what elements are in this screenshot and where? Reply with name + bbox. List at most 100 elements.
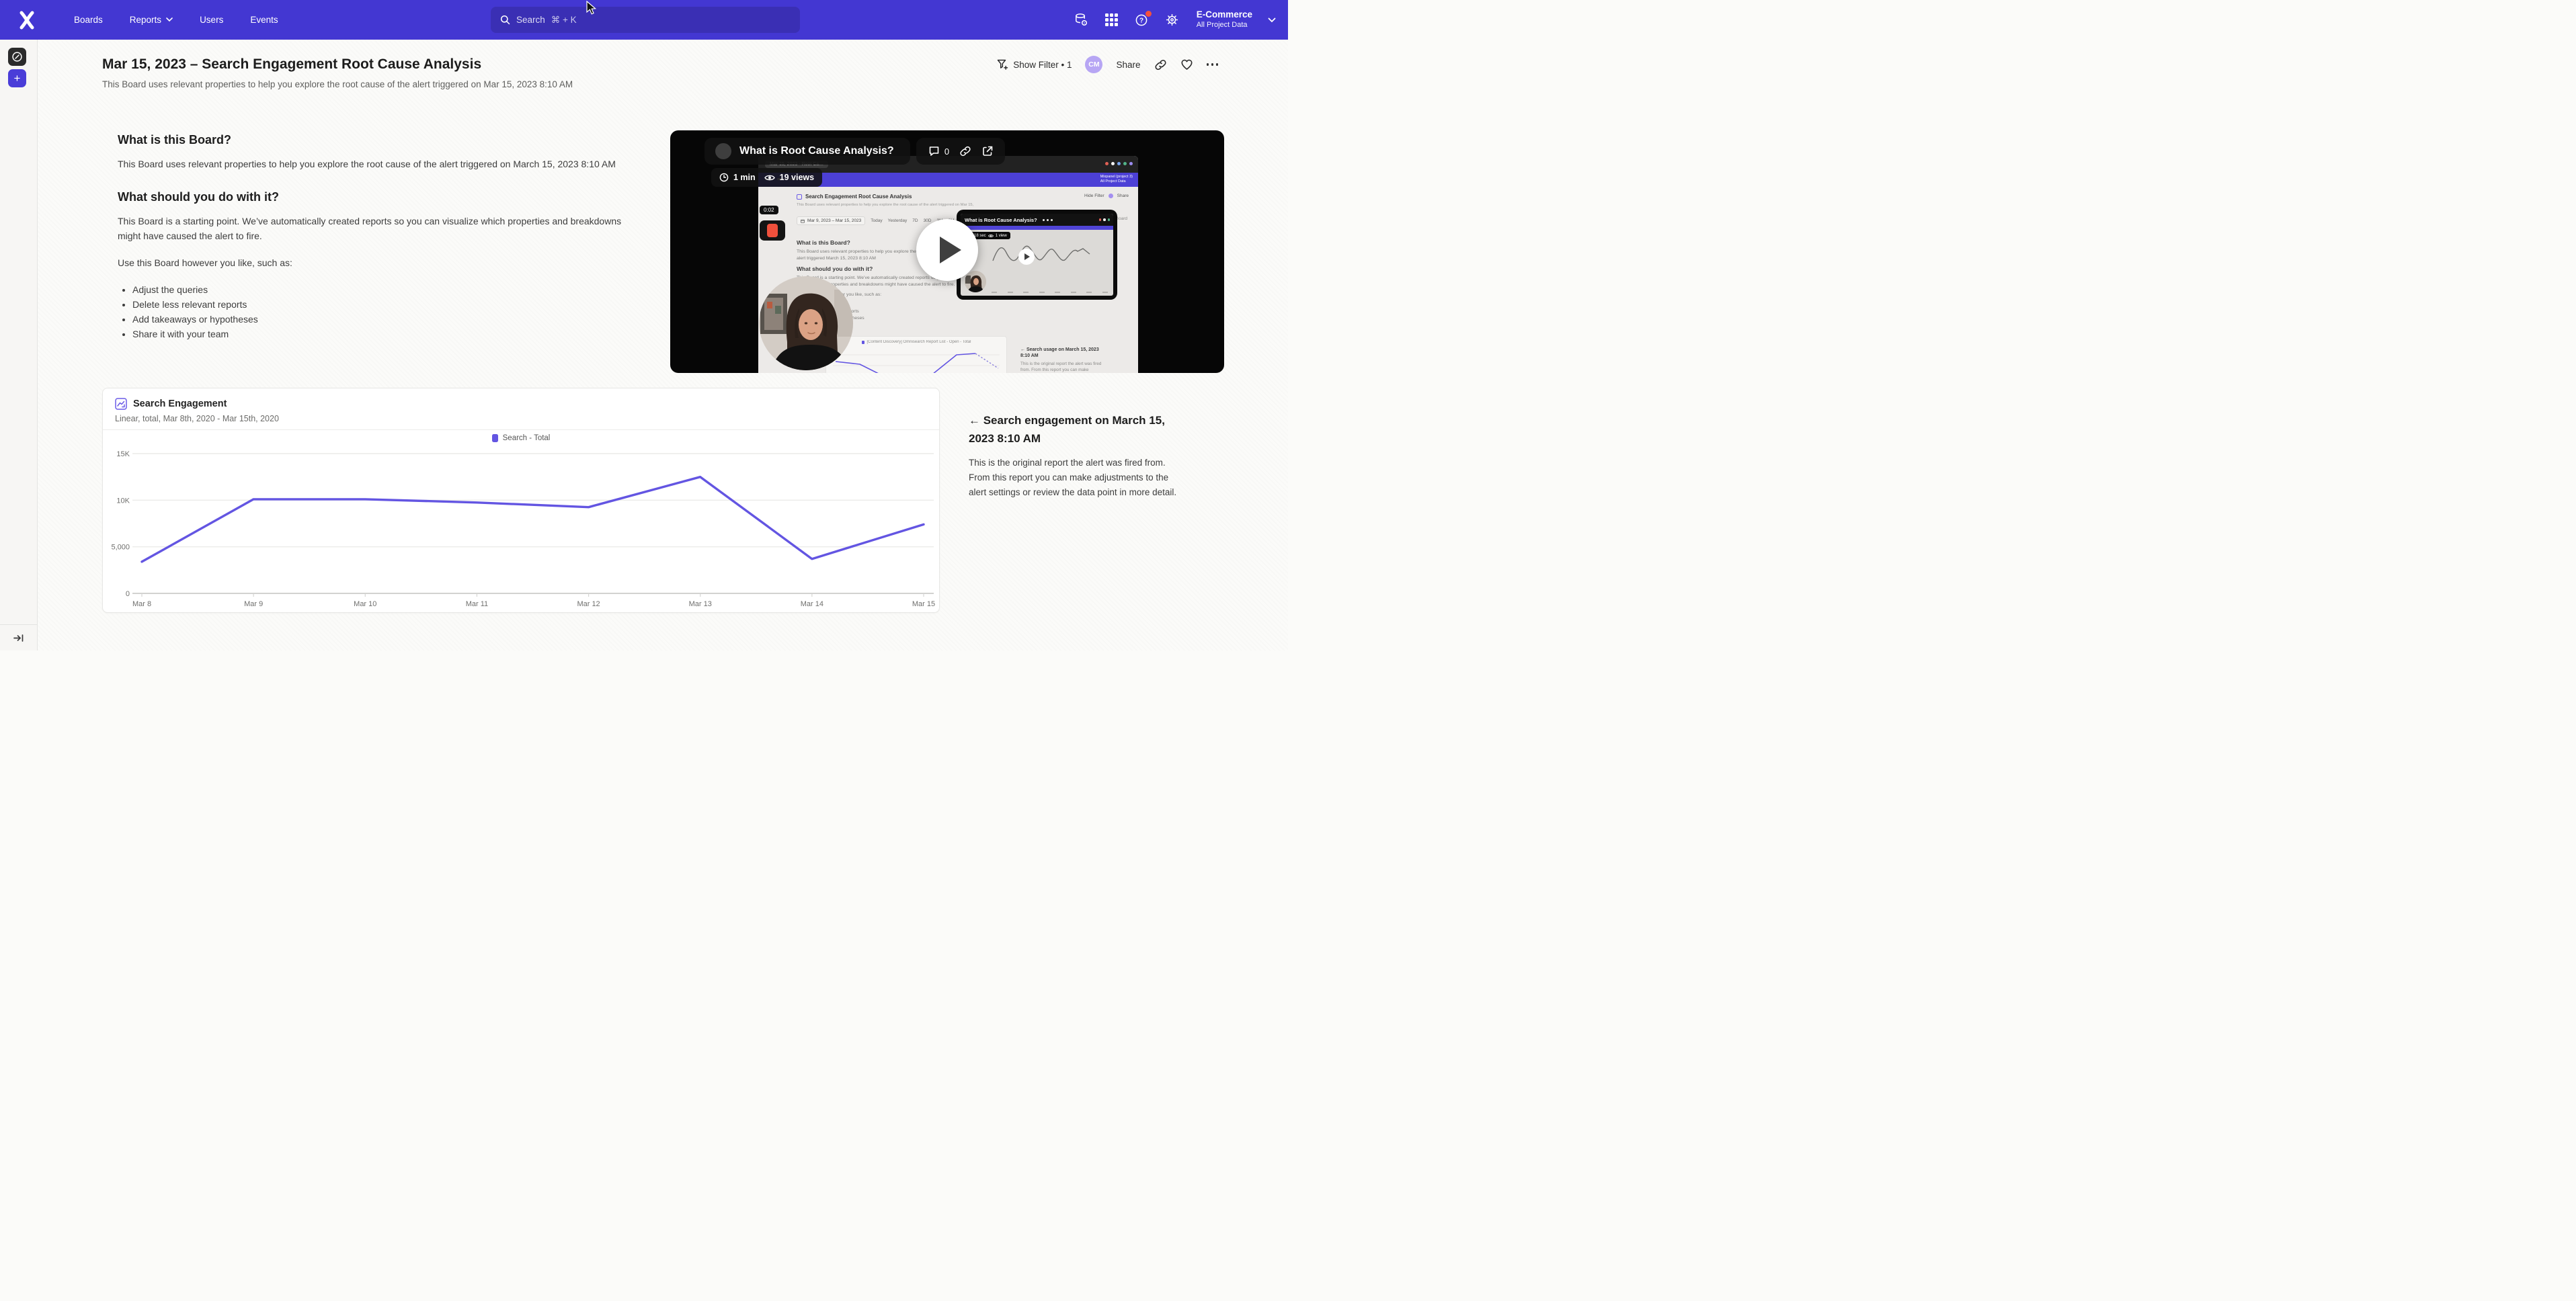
video-action-pill: 0 — [916, 138, 1005, 165]
clock-icon — [719, 173, 729, 182]
legend-label: Search - Total — [503, 434, 551, 442]
compass-icon — [11, 51, 23, 62]
project-switcher[interactable]: E-Commerce All Project Data — [1197, 9, 1252, 30]
notification-dot — [1145, 11, 1152, 17]
recording-project-label: Mixpanel (project 3) All Project Data — [1100, 175, 1133, 184]
intro-para-2: This Board is a starting point. We’ve au… — [118, 214, 632, 243]
recording-mini-chart: [Content Discovery] Omnisearch Report Li… — [826, 336, 1007, 373]
board-actions: Show Filter • 1 CM Share — [996, 54, 1218, 75]
eye-icon — [764, 174, 775, 181]
list-item: Add takeaways or hypotheses — [132, 312, 632, 327]
nav-item-boards[interactable]: Boards — [74, 15, 103, 25]
mixpanel-logo-icon[interactable] — [16, 10, 36, 30]
apps-grid-icon[interactable] — [1104, 13, 1119, 28]
intro-heading-2: What should you do with it? — [118, 190, 632, 204]
share-button[interactable]: Share — [1116, 60, 1140, 70]
nested-play-button — [1018, 249, 1035, 265]
nested-chart-line — [989, 234, 1110, 269]
more-options-button[interactable] — [1207, 63, 1219, 66]
copy-link-icon[interactable] — [1154, 58, 1167, 71]
search-icon — [500, 15, 510, 25]
svg-text:15K: 15K — [116, 450, 130, 458]
board-nav-compass-button[interactable] — [8, 48, 26, 66]
left-rail: + — [0, 40, 38, 650]
intro-heading-1: What is this Board? — [118, 133, 632, 147]
user-avatar[interactable]: CM — [1085, 56, 1102, 73]
record-icon — [767, 224, 778, 237]
open-external-icon[interactable] — [981, 145, 994, 157]
project-name: E-Commerce — [1197, 9, 1252, 21]
line-chart-icon — [115, 398, 127, 410]
nested-device-frame: What is Root Cause Analysis? 18 sec 1 vi… — [957, 210, 1117, 300]
recording-page-subtitle: This Board uses relevant properties to h… — [797, 203, 975, 207]
report-card[interactable]: Search Engagement Linear, total, Mar 8th… — [102, 388, 940, 613]
nav-item-users[interactable]: Users — [200, 15, 223, 25]
settings-gear-icon[interactable] — [1165, 13, 1180, 28]
svg-text:Mar 8: Mar 8 — [132, 600, 151, 608]
show-filter-button[interactable]: Show Filter • 1 — [996, 58, 1072, 71]
intro-section: What is this Board? This Board uses rele… — [118, 133, 632, 341]
play-icon — [940, 237, 961, 263]
project-chevron-down-icon[interactable] — [1268, 17, 1276, 23]
aside-heading: ← Search engagement on March 15, 2023 8:… — [969, 411, 1184, 448]
search-input[interactable]: Search ⌘ + K — [491, 7, 800, 33]
aside-body: This is the original report the alert wa… — [969, 456, 1184, 500]
video-duration: 1 min — [733, 173, 756, 182]
play-button[interactable] — [916, 219, 978, 281]
nav-links: Boards Reports Users Events — [74, 15, 278, 25]
nested-header-icons — [1043, 219, 1053, 221]
expand-sidebar-button[interactable] — [0, 624, 37, 650]
top-nav: Boards Reports Users Events Search ⌘ + K — [0, 0, 1288, 40]
recording-page-title: Search Engagement Root Cause Analysis — [805, 194, 912, 200]
intro-para-3: Use this Board however you like, such as… — [118, 255, 632, 270]
report-subtitle: Linear, total, Mar 8th, 2020 - Mar 15th,… — [115, 414, 279, 423]
svg-text:10K: 10K — [116, 497, 130, 505]
aside-annotation: ← Search engagement on March 15, 2023 8:… — [969, 411, 1184, 500]
search-shortcut: ⌘ + K — [551, 15, 577, 26]
add-board-button[interactable]: + — [8, 69, 26, 87]
video-avatar — [715, 143, 731, 159]
svg-text:0: 0 — [126, 590, 130, 598]
expand-sidebar-icon — [13, 634, 24, 642]
app-root: Boards Reports Users Events Search ⌘ + K — [0, 0, 1288, 650]
list-item: Adjust the queries — [132, 282, 632, 297]
svg-text:Mar 10: Mar 10 — [354, 600, 376, 608]
help-icon[interactable]: ? — [1135, 13, 1150, 28]
browser-extension-icons — [1105, 162, 1133, 165]
recording-stop-button — [760, 220, 785, 241]
chevron-down-icon — [166, 17, 173, 22]
svg-text:Mar 14: Mar 14 — [801, 600, 823, 608]
nested-chart-axis — [992, 292, 1108, 293]
nav-right-cluster: ? E-Commerce All Project Data — [1074, 0, 1276, 40]
svg-text:Mar 12: Mar 12 — [577, 600, 600, 608]
list-item: Share it with your team — [132, 327, 632, 341]
divider — [103, 429, 939, 430]
comments-icon[interactable] — [928, 145, 940, 157]
svg-text:Mar 11: Mar 11 — [466, 600, 488, 608]
video-title: What is Root Cause Analysis? — [739, 145, 894, 157]
video-meta-pill: 1 min 19 views — [711, 168, 822, 187]
recording-timestamp: 0:02 — [760, 206, 778, 214]
video-views: 19 views — [780, 173, 814, 182]
nested-extension-dots — [1099, 218, 1111, 221]
svg-text:Mar 13: Mar 13 — [689, 600, 712, 608]
video-title-pill: What is Root Cause Analysis? — [705, 138, 910, 165]
report-title: Search Engagement — [133, 398, 227, 409]
recording-aside-text: ← Search usage on March 15, 2023 8:10 AM… — [1020, 347, 1106, 373]
copy-video-link-icon[interactable] — [959, 145, 971, 157]
nested-webcam-bubble — [965, 271, 986, 292]
svg-text:Mar 15: Mar 15 — [912, 600, 935, 608]
favorite-heart-icon[interactable] — [1180, 58, 1193, 71]
play-icon — [1024, 253, 1030, 260]
mouse-cursor — [586, 1, 597, 15]
nested-video-header: What is Root Cause Analysis? — [961, 214, 1113, 226]
nav-item-reports[interactable]: Reports — [130, 15, 173, 25]
nav-item-events[interactable]: Events — [250, 15, 278, 25]
chart-legend[interactable]: Search - Total — [103, 434, 939, 442]
svg-text:Mar 9: Mar 9 — [244, 600, 263, 608]
search-engagement-line-chart[interactable]: 05,00010K15KMar 8Mar 9Mar 10Mar 11Mar 12… — [103, 445, 940, 613]
video-player-card[interactable]: Mar 15, 2023 - Root Ca… Mixpanel (projec… — [670, 130, 1224, 373]
filter-plus-icon — [996, 58, 1008, 71]
data-management-icon[interactable] — [1074, 13, 1089, 28]
presenter-webcam-bubble — [759, 276, 853, 370]
